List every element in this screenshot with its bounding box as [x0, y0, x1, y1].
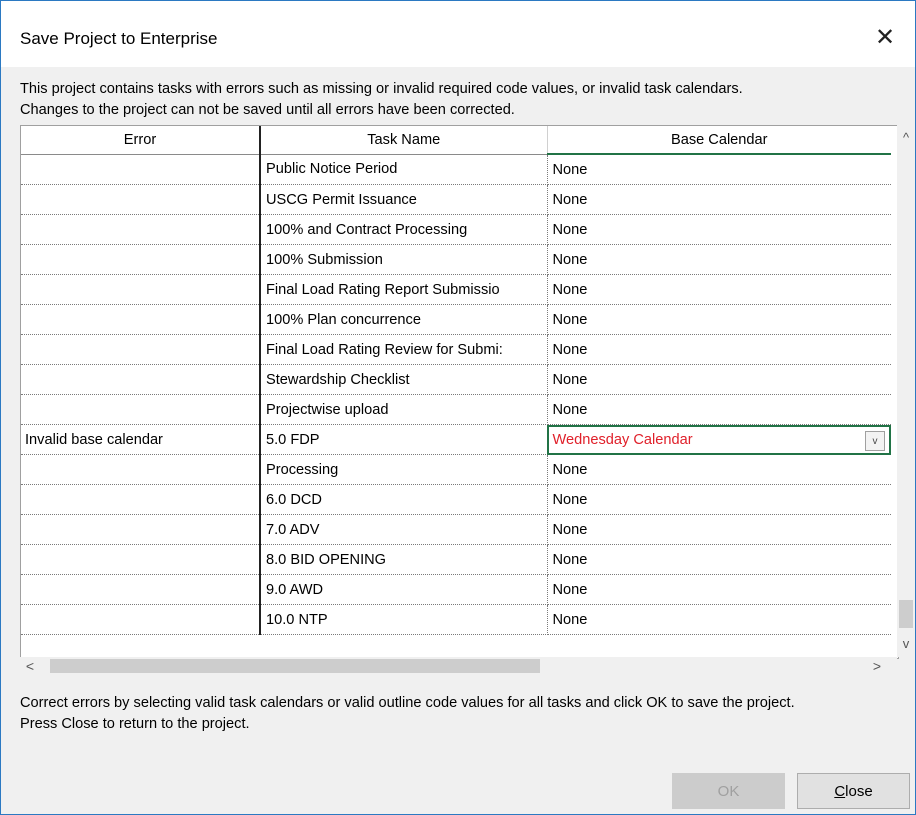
base-calendar-cell[interactable]: None	[547, 454, 891, 485]
task-name-cell: Final Load Rating Report Submissio	[260, 274, 548, 305]
scroll-left-icon[interactable]: <	[20, 657, 40, 675]
base-calendar-cell[interactable]: None	[547, 484, 891, 515]
horizontal-scrollbar[interactable]: < >	[20, 657, 897, 675]
base-calendar-cell[interactable]: None	[547, 304, 891, 335]
task-name-cell: 5.0 FDP	[260, 424, 548, 455]
task-name-cell: Public Notice Period	[260, 154, 548, 185]
table-row[interactable]: 100% Plan concurrence None	[21, 304, 891, 335]
task-name-cell: 6.0 DCD	[260, 484, 548, 515]
error-cell: Invalid base calendar	[21, 424, 261, 455]
table-row[interactable]: Final Load Rating Report Submissio None	[21, 274, 891, 305]
error-cell	[21, 544, 261, 575]
error-message-line-2: Changes to the project can not be saved …	[20, 102, 515, 118]
instructions-line-2: Press Close to return to the project.	[20, 716, 250, 732]
instructions: Correct errors by selecting valid task c…	[20, 693, 910, 735]
close-button-accesskey: C	[834, 782, 846, 800]
instructions-line-1: Correct errors by selecting valid task c…	[20, 695, 795, 711]
table-header-row: Error Task Name Base Calendar	[21, 126, 891, 155]
horizontal-scroll-thumb[interactable]	[50, 659, 540, 673]
close-icon[interactable]: ✕	[865, 19, 905, 55]
task-name-cell: 7.0 ADV	[260, 514, 548, 545]
base-calendar-cell[interactable]: None	[547, 574, 891, 605]
error-message: This project contains tasks with errors …	[20, 79, 910, 121]
error-cell	[21, 274, 261, 305]
error-cell	[21, 304, 261, 335]
vertical-scrollbar[interactable]: ^ v	[897, 125, 915, 657]
table-row[interactable]: Stewardship Checklist None	[21, 364, 891, 395]
base-calendar-cell[interactable]: None	[547, 334, 891, 365]
task-name-cell: 10.0 NTP	[260, 604, 548, 635]
dialog-title: Save Project to Enterprise	[20, 29, 218, 48]
chevron-down-icon[interactable]: v	[865, 431, 885, 451]
error-grid: Error Task Name Base Calendar Public Not…	[20, 125, 899, 659]
error-cell	[21, 514, 261, 545]
error-cell	[21, 214, 261, 245]
error-table: Error Task Name Base Calendar Public Not…	[21, 126, 891, 635]
base-calendar-cell[interactable]: None	[547, 394, 891, 425]
scroll-up-icon[interactable]: ^	[897, 127, 915, 147]
error-cell	[21, 454, 261, 485]
base-calendar-cell[interactable]: None	[547, 514, 891, 545]
base-calendar-cell[interactable]: None	[547, 274, 891, 305]
table-row[interactable]: Invalid base calendar 5.0 FDP Wednesday Ca…	[21, 424, 891, 455]
column-header-task-name[interactable]: Task Name	[260, 126, 548, 155]
table-row[interactable]: 7.0 ADV None	[21, 514, 891, 545]
base-calendar-cell[interactable]: None	[547, 154, 891, 185]
task-name-cell: 100% and Contract Processing	[260, 214, 548, 245]
task-name-cell: Stewardship Checklist	[260, 364, 548, 395]
close-button[interactable]: Close	[797, 773, 910, 809]
table-row[interactable]: 100% Submission None	[21, 244, 891, 275]
base-calendar-dropdown[interactable]: Wednesday Calendar v	[547, 424, 891, 455]
column-header-base-calendar[interactable]: Base Calendar	[547, 126, 891, 155]
table-row[interactable]: 9.0 AWD None	[21, 574, 891, 605]
vertical-scroll-thumb[interactable]	[899, 600, 913, 628]
task-name-cell: 100% Plan concurrence	[260, 304, 548, 335]
error-cell	[21, 334, 261, 365]
base-calendar-cell[interactable]: None	[547, 604, 891, 635]
error-cell	[21, 364, 261, 395]
base-calendar-cell[interactable]: None	[547, 214, 891, 245]
table-row[interactable]: 10.0 NTP None	[21, 604, 891, 635]
table-row[interactable]: USCG Permit Issuance None	[21, 184, 891, 215]
column-header-error[interactable]: Error	[21, 126, 261, 155]
table-row[interactable]: 6.0 DCD None	[21, 484, 891, 515]
table-row[interactable]: Final Load Rating Review for Submi: None	[21, 334, 891, 365]
base-calendar-cell[interactable]: None	[547, 244, 891, 275]
base-calendar-cell[interactable]: None	[547, 364, 891, 395]
title-bar: Save Project to Enterprise ✕	[1, 1, 915, 67]
error-cell	[21, 484, 261, 515]
error-cell	[21, 184, 261, 215]
table-row[interactable]: Projectwise upload None	[21, 394, 891, 425]
error-cell	[21, 604, 261, 635]
base-calendar-value: Wednesday Calendar	[552, 431, 693, 448]
scroll-right-icon[interactable]: >	[867, 657, 887, 675]
close-button-label: lose	[845, 782, 873, 800]
table-row[interactable]: 8.0 BID OPENING None	[21, 544, 891, 575]
task-name-cell: 9.0 AWD	[260, 574, 548, 605]
error-cell	[21, 244, 261, 275]
task-name-cell: Projectwise upload	[260, 394, 548, 425]
table-row[interactable]: Processing None	[21, 454, 891, 485]
scroll-down-icon[interactable]: v	[897, 633, 915, 653]
error-cell	[21, 394, 261, 425]
table-row[interactable]: Public Notice Period None	[21, 154, 891, 185]
error-cell	[21, 574, 261, 605]
error-cell	[21, 154, 261, 185]
ok-button[interactable]: OK	[672, 773, 785, 809]
save-project-dialog: Save Project to Enterprise ✕ This projec…	[0, 0, 916, 815]
task-name-cell: 100% Submission	[260, 244, 548, 275]
base-calendar-cell[interactable]: None	[547, 544, 891, 575]
error-message-line-1: This project contains tasks with errors …	[20, 81, 743, 97]
task-name-cell: Processing	[260, 454, 548, 485]
task-name-cell: 8.0 BID OPENING	[260, 544, 548, 575]
base-calendar-cell[interactable]: None	[547, 184, 891, 215]
table-row[interactable]: 100% and Contract Processing None	[21, 214, 891, 245]
task-name-cell: Final Load Rating Review for Submi:	[260, 334, 548, 365]
task-name-cell: USCG Permit Issuance	[260, 184, 548, 215]
